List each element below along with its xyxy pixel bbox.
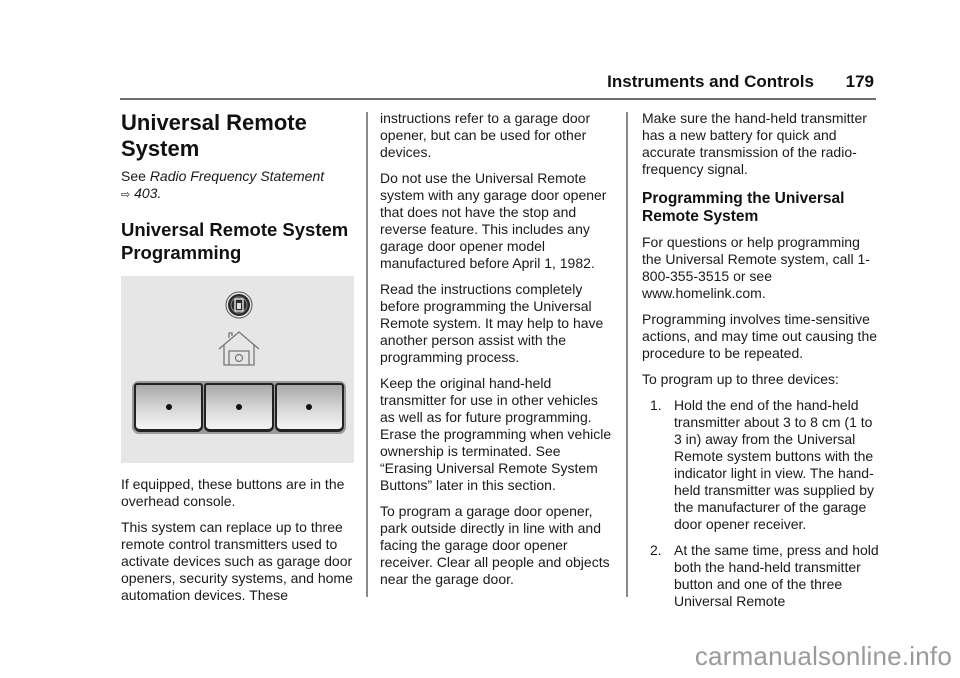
section-heading: Programming the Universal Remote System bbox=[642, 190, 845, 225]
column-divider bbox=[366, 112, 368, 597]
step-number: 2. bbox=[650, 542, 662, 558]
column-2: instructions refer to a garage door open… bbox=[380, 110, 616, 597]
remote-button-1[interactable] bbox=[134, 383, 204, 432]
universal-remote-figure bbox=[121, 276, 354, 463]
reference-page[interactable]: 403 bbox=[134, 185, 157, 201]
step-text: Hold the end of the hand-held transmitte… bbox=[674, 397, 874, 532]
button-dot-icon bbox=[235, 404, 242, 410]
paragraph: instructions refer to a garage door open… bbox=[380, 110, 591, 160]
paragraph: This system can replace up to three remo… bbox=[121, 519, 353, 603]
watermark: carmanualsonline.info bbox=[694, 641, 952, 671]
remote-button-group bbox=[132, 381, 346, 434]
page-header: Instruments and Controls 179 bbox=[120, 70, 876, 100]
step-number: 1. bbox=[650, 397, 662, 413]
paragraph: Make sure the hand-held transmitter has … bbox=[642, 110, 867, 177]
step-text: At the same time, press and hold both th… bbox=[674, 542, 879, 609]
column-3: Make sure the hand-held transmitter has … bbox=[642, 110, 880, 619]
step-item: 1. Hold the end of the hand-held transmi… bbox=[642, 397, 880, 533]
steps-list: 1. Hold the end of the hand-held transmi… bbox=[642, 397, 880, 610]
paragraph: To program a garage door opener, park ou… bbox=[380, 503, 610, 587]
button-dot-icon bbox=[306, 404, 313, 410]
button-dot-icon bbox=[165, 404, 172, 410]
see-prefix: See bbox=[121, 168, 150, 184]
remote-button-3[interactable] bbox=[274, 383, 344, 432]
reference-link[interactable]: Radio Frequency Statement bbox=[150, 168, 324, 184]
paragraph: Programming involves time-sensitive acti… bbox=[642, 311, 878, 361]
paragraph: Read the instructions completely before … bbox=[380, 281, 604, 365]
page-ref-arrow-icon: ⇨ bbox=[121, 189, 131, 201]
paragraph: To program up to three devices: bbox=[642, 371, 839, 387]
cross-reference: See Radio Frequency Statement ⇨ 403. bbox=[121, 168, 357, 204]
remote-button-2[interactable] bbox=[204, 383, 274, 432]
paragraph: If equipped, these buttons are in the ov… bbox=[121, 476, 345, 509]
main-title: Universal Remote System bbox=[121, 110, 307, 161]
paragraph: For questions or help programming the Un… bbox=[642, 234, 870, 301]
paragraph: Do not use the Universal Remote system w… bbox=[380, 170, 607, 271]
indicator-light-icon bbox=[225, 291, 253, 319]
garage-house-icon bbox=[218, 331, 260, 366]
column-1: Universal Remote System See Radio Freque… bbox=[121, 110, 357, 613]
step-item: 2. At the same time, press and hold both… bbox=[642, 542, 880, 610]
page-number: 179 bbox=[845, 72, 874, 91]
column-divider bbox=[626, 112, 628, 597]
paragraph: Keep the original hand-held transmitter … bbox=[380, 375, 612, 493]
section-title: Instruments and Controls bbox=[607, 72, 814, 91]
reference-suffix: . bbox=[157, 185, 162, 201]
subsection-title: Universal Remote System Programming bbox=[121, 219, 349, 263]
